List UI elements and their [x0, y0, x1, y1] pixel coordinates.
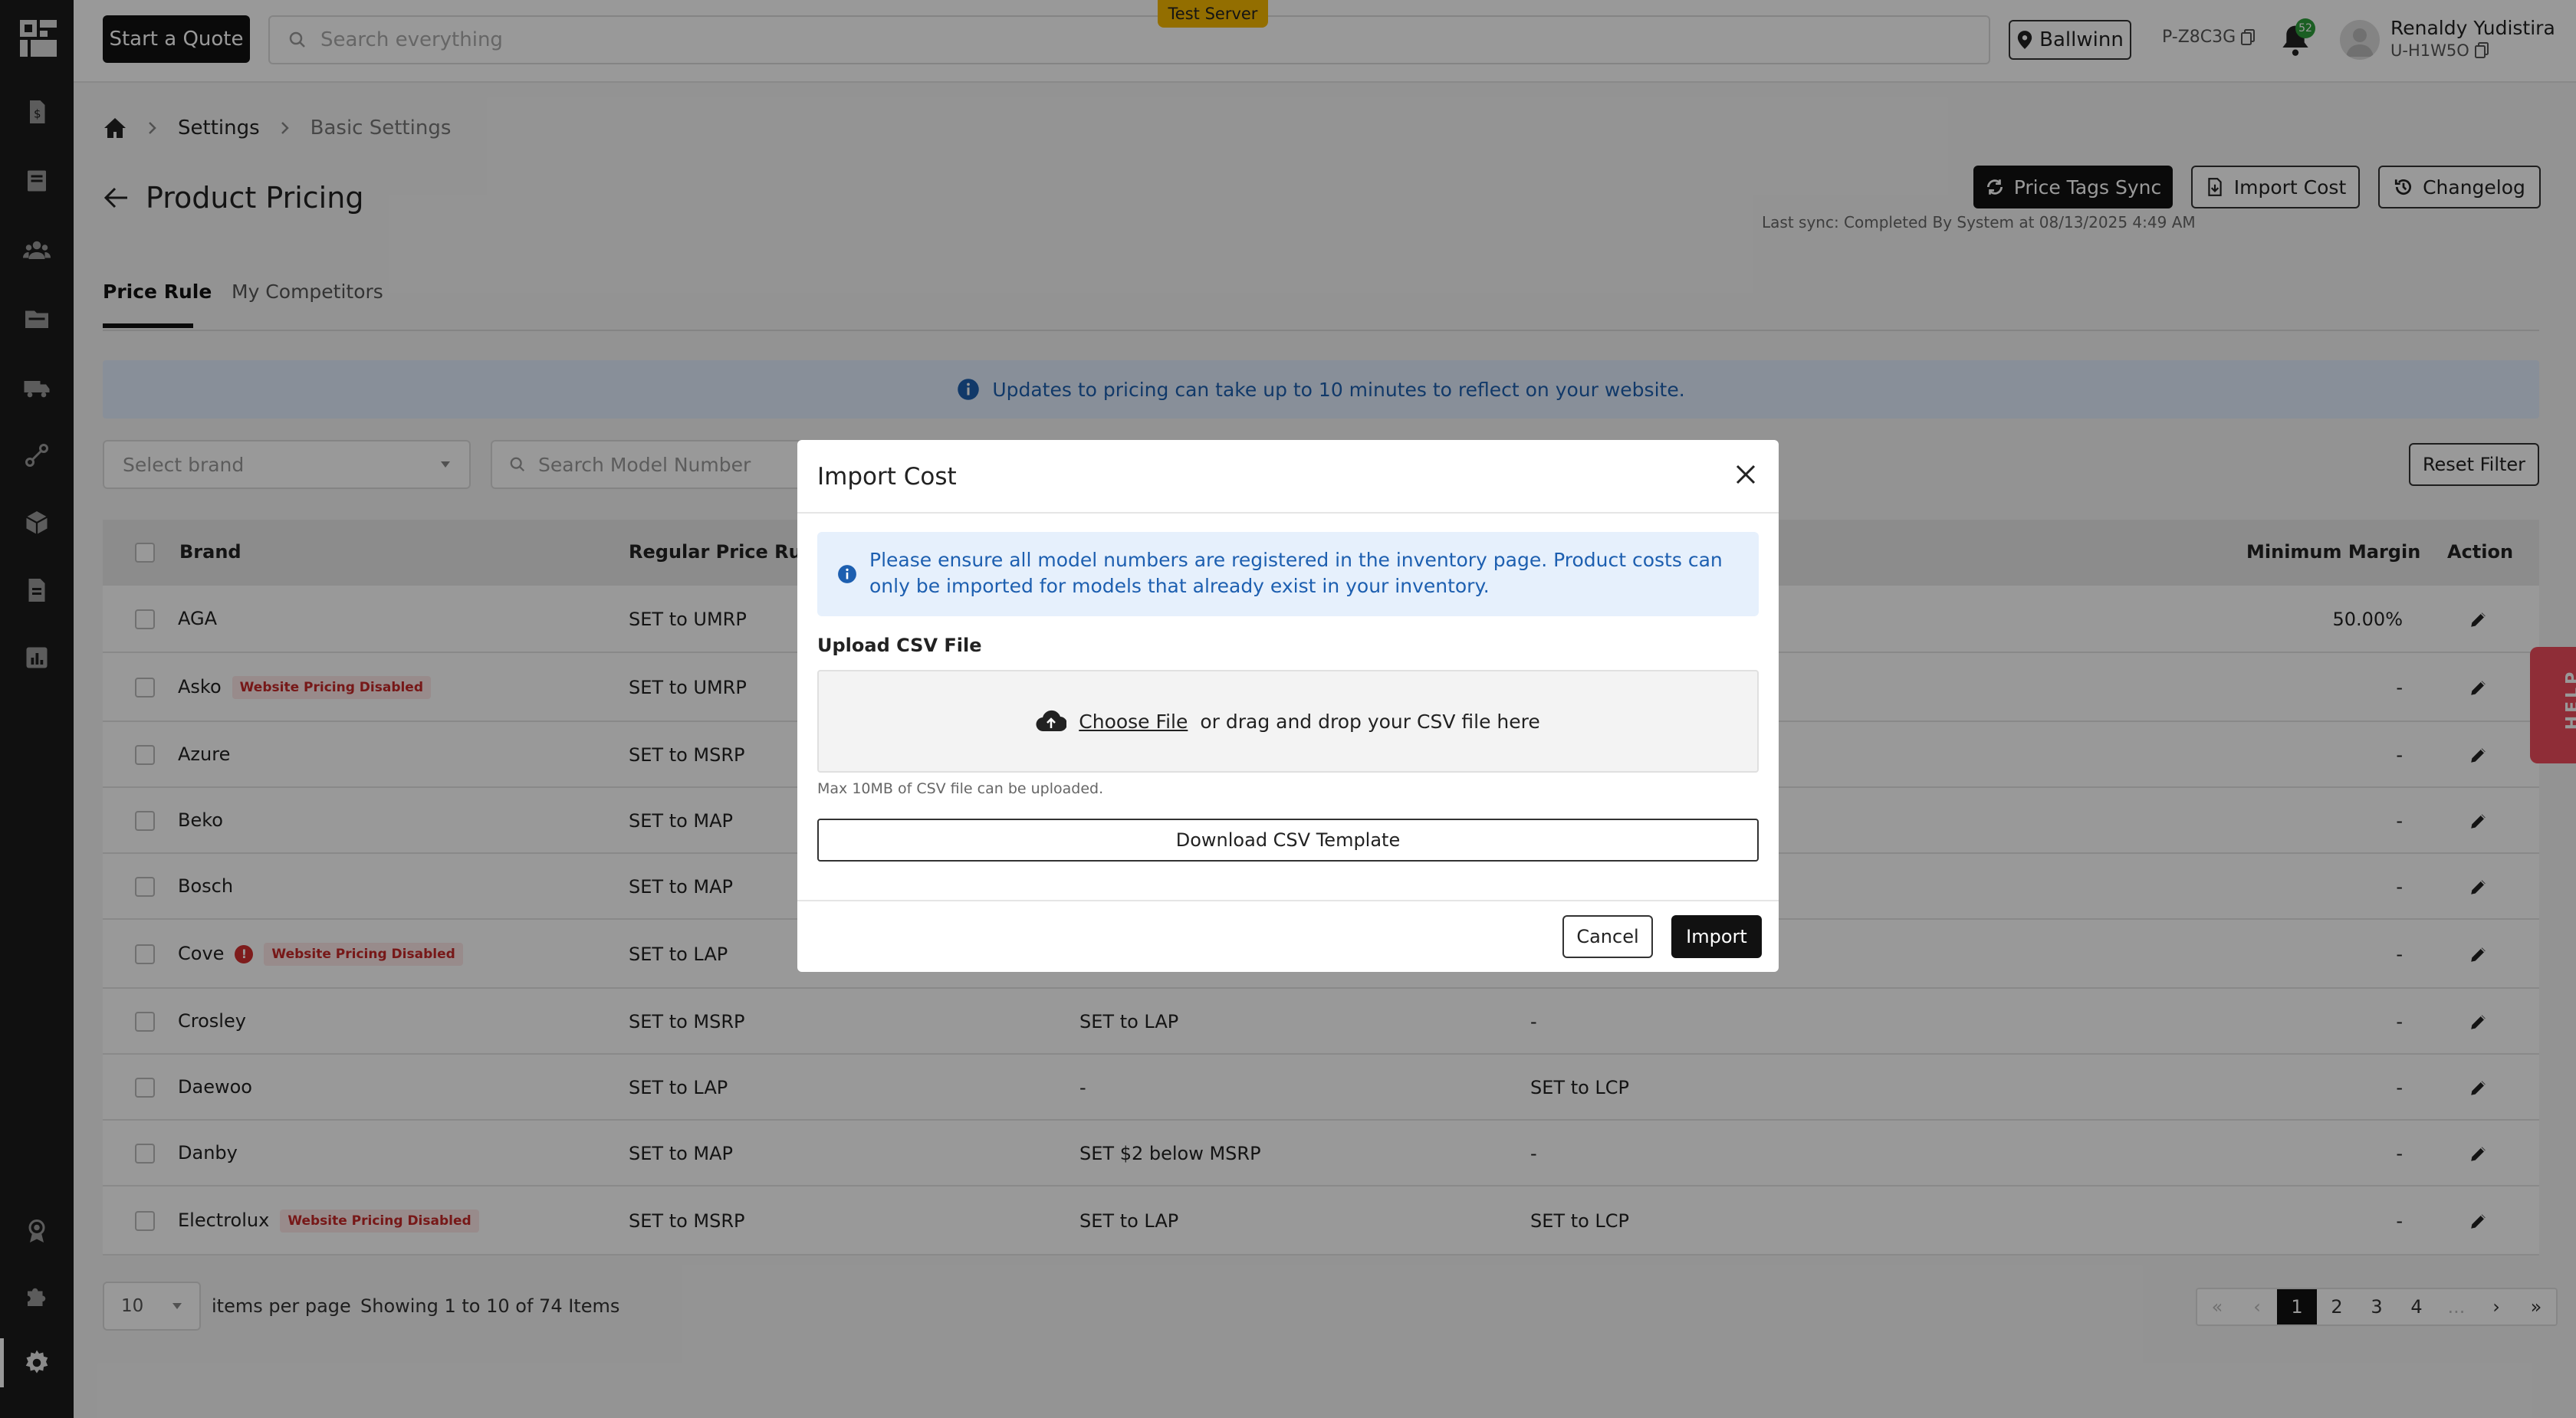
choose-file-link[interactable]: Choose File — [1079, 711, 1188, 733]
csv-dropzone[interactable]: Choose File or drag and drop your CSV fi… — [817, 670, 1759, 773]
modal-info-text: Please ensure all model numbers are regi… — [869, 549, 1723, 597]
max-size-note: Max 10MB of CSV file can be uploaded. — [817, 780, 1104, 797]
modal-header-divider — [797, 512, 1779, 514]
import-cost-modal: Import Cost Please ensure all model numb… — [797, 440, 1779, 972]
download-csv-template-button[interactable]: Download CSV Template — [817, 819, 1759, 862]
modal-info-banner: Please ensure all model numbers are regi… — [817, 532, 1759, 616]
close-icon[interactable] — [1734, 463, 1757, 486]
cancel-button[interactable]: Cancel — [1562, 915, 1653, 958]
info-icon — [838, 565, 856, 583]
modal-footer-divider — [797, 900, 1779, 901]
cloud-upload-icon — [1036, 710, 1067, 732]
upload-csv-label: Upload CSV File — [817, 635, 982, 656]
drop-text: or drag and drop your CSV file here — [1200, 710, 1540, 733]
modal-title: Import Cost — [817, 463, 957, 491]
import-button[interactable]: Import — [1671, 915, 1762, 958]
